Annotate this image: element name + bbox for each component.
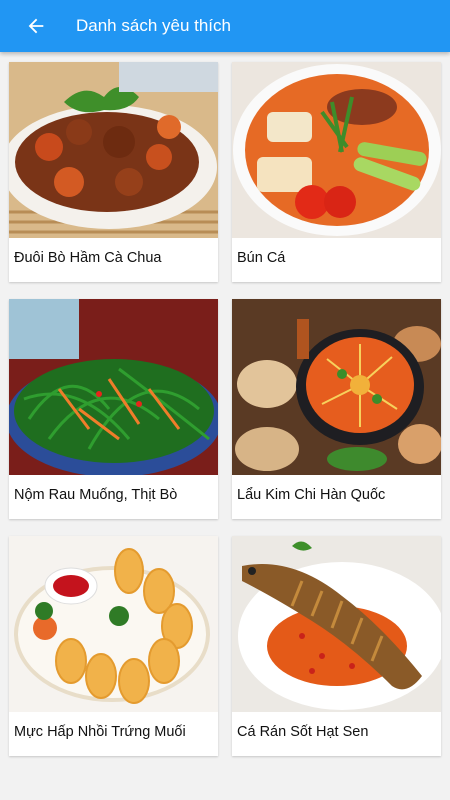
arrow-left-icon: [28, 18, 44, 34]
dish-image: [9, 299, 218, 475]
back-button[interactable]: [22, 12, 50, 40]
favorite-card-4[interactable]: Mực Hấp Nhồi Trứng Muối: [9, 536, 218, 756]
app-bar: Danh sách yêu thích: [0, 0, 450, 52]
dish-image: [9, 536, 218, 712]
dish-name: Bún Cá: [237, 250, 286, 266]
dish-image: [232, 536, 441, 712]
favorite-card-3[interactable]: Lẩu Kim Chi Hàn Quốc: [232, 299, 441, 519]
page-title: Danh sách yêu thích: [76, 16, 231, 35]
dish-image: [232, 299, 441, 475]
dish-image: [9, 62, 218, 238]
favorite-card-1[interactable]: Bún Cá: [232, 62, 441, 282]
favorite-card-2[interactable]: Nộm Rau Muống, Thịt Bò: [9, 299, 218, 519]
dish-name: Lẩu Kim Chi Hàn Quốc: [237, 487, 386, 503]
dish-name: Đuôi Bò Hầm Cà Chua: [14, 250, 162, 266]
dish-name: Mực Hấp Nhồi Trứng Muối: [14, 724, 186, 740]
favorite-card-0[interactable]: Đuôi Bò Hầm Cà Chua: [9, 62, 218, 282]
dish-image: [232, 62, 441, 238]
favorites-grid: Đuôi Bò Hầm Cà Chua Bún Cá Nộm Rau Muống…: [0, 52, 450, 800]
favorite-card-5[interactable]: Cá Rán Sốt Hạt Sen: [232, 536, 441, 756]
dish-name: Cá Rán Sốt Hạt Sen: [237, 724, 369, 740]
dish-name: Nộm Rau Muống, Thịt Bò: [14, 487, 178, 503]
